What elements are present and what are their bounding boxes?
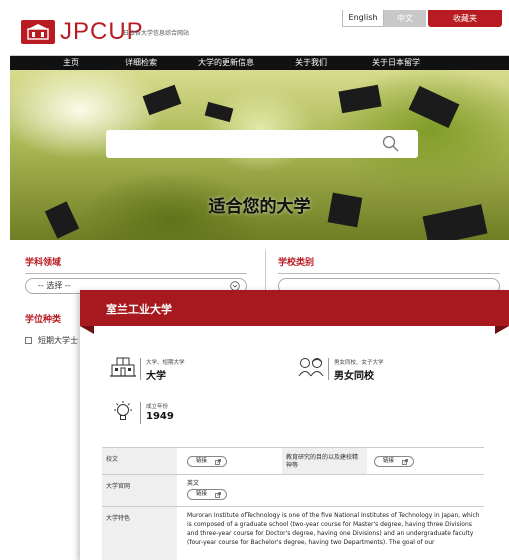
separator <box>140 358 141 380</box>
info-type: 大学、短期大学 大学 <box>110 356 230 384</box>
official-site-link-button[interactable]: 链接 <box>187 489 227 500</box>
lightbulb-icon <box>114 401 132 420</box>
school-building-icon <box>110 357 136 377</box>
degree-label: 学位种类 <box>25 315 62 325</box>
ribbon-fold-left <box>80 326 94 334</box>
detail-table: 校文 链接 教育研究的目的以及建校精神等 链接 大学官网 英文 链接 大学特色 … <box>102 447 484 560</box>
purpose-link-button[interactable]: 链接 <box>374 456 414 467</box>
external-link-icon <box>215 459 221 465</box>
lang-chinese-button[interactable]: 中文 <box>384 10 426 27</box>
degree-filter: 学位种类 <box>25 312 61 325</box>
official-site-label: 大学官网 <box>102 475 177 506</box>
field-select-value: -- 选择 -- <box>38 281 71 290</box>
search-icon[interactable] <box>382 135 400 153</box>
info-gender: 男女同校、女子大学 男女同校 <box>298 356 448 384</box>
gender-value: 男女同校 <box>334 371 374 382</box>
external-link-icon <box>215 492 221 498</box>
school-type-filter: 学校类别 <box>278 255 500 274</box>
link-label: 链接 <box>383 458 395 464</box>
nav-university-updates[interactable]: 大学的更新信息 <box>176 56 276 70</box>
nav-advanced-search[interactable]: 详细检索 <box>106 56 176 70</box>
external-link-icon <box>402 459 408 465</box>
separator <box>328 358 329 380</box>
table-row: 大学特色 Muroran Institute ofTechnology is o… <box>102 506 484 560</box>
founded-caption: 成立年份 <box>146 404 169 410</box>
nav-about-us[interactable]: 关于我们 <box>276 56 346 70</box>
search-input[interactable] <box>106 130 418 158</box>
official-site-language: 英文 <box>187 480 200 487</box>
logo-mark[interactable] <box>21 20 55 44</box>
table-row: 大学官网 英文 链接 <box>102 474 484 506</box>
gender-caption: 男女同校、女子大学 <box>334 360 384 366</box>
graduation-cap-image <box>338 84 382 114</box>
favorites-button[interactable]: 收藏夹 <box>428 10 502 27</box>
logo-subtitle: 日本各大学信息综合网站 <box>123 30 190 37</box>
hero-title: 适合您的大学 <box>208 197 311 217</box>
school-song-link-button[interactable]: 链接 <box>187 456 227 467</box>
separator <box>140 402 141 424</box>
site-header: JPCUP 日本各大学信息综合网站 English 中文 收藏夹 <box>10 10 509 56</box>
hero-banner: 适合您的大学 <box>10 70 509 240</box>
field-label: 学科领域 <box>25 258 62 268</box>
graduation-cap-image <box>142 84 182 116</box>
checkbox[interactable] <box>25 337 32 344</box>
type-value: 大学 <box>146 371 166 382</box>
divider <box>278 273 500 274</box>
type-caption: 大学、短期大学 <box>146 360 185 366</box>
table-row: 校文 链接 教育研究的目的以及建校精神等 链接 <box>102 447 484 474</box>
main-nav: 主页 详细检索 大学的更新信息 关于我们 关于日本留学 <box>10 56 509 70</box>
purpose-label: 教育研究的目的以及建校精神等 <box>282 448 367 474</box>
building-icon <box>27 24 49 40</box>
university-detail-modal: 室兰工业大学 大学、短期大学 大学 男女同校、女子大学 男女同校 成立年份 19… <box>80 290 509 560</box>
features-label: 大学特色 <box>102 507 177 560</box>
divider <box>25 273 247 274</box>
school-type-label: 学校类别 <box>278 258 315 268</box>
school-song-label: 校文 <box>102 448 177 474</box>
degree-option-label: 短期大学士 <box>38 336 78 345</box>
graduation-cap-image <box>408 85 460 129</box>
link-label: 链接 <box>196 458 208 464</box>
nav-study-in-japan[interactable]: 关于日本留学 <box>346 56 446 70</box>
language-switcher: English 中文 <box>342 10 426 28</box>
founded-value: 1949 <box>146 411 174 422</box>
ribbon-fold-right <box>495 326 509 334</box>
link-label: 链接 <box>196 491 208 497</box>
modal-header: 室兰工业大学 <box>80 290 509 326</box>
nav-home[interactable]: 主页 <box>36 56 106 70</box>
male-female-icon <box>298 358 324 377</box>
features-text: Muroran Institute ofTechnology is one of… <box>187 512 480 546</box>
graduation-cap-image <box>204 101 234 123</box>
field-filter: 学科领域 <box>25 255 247 274</box>
info-founded: 成立年份 1949 <box>110 400 230 428</box>
modal-title: 室兰工业大学 <box>106 303 172 316</box>
degree-checkbox-item[interactable]: 短期大学士 <box>25 335 78 346</box>
lang-english-button[interactable]: English <box>342 10 384 27</box>
